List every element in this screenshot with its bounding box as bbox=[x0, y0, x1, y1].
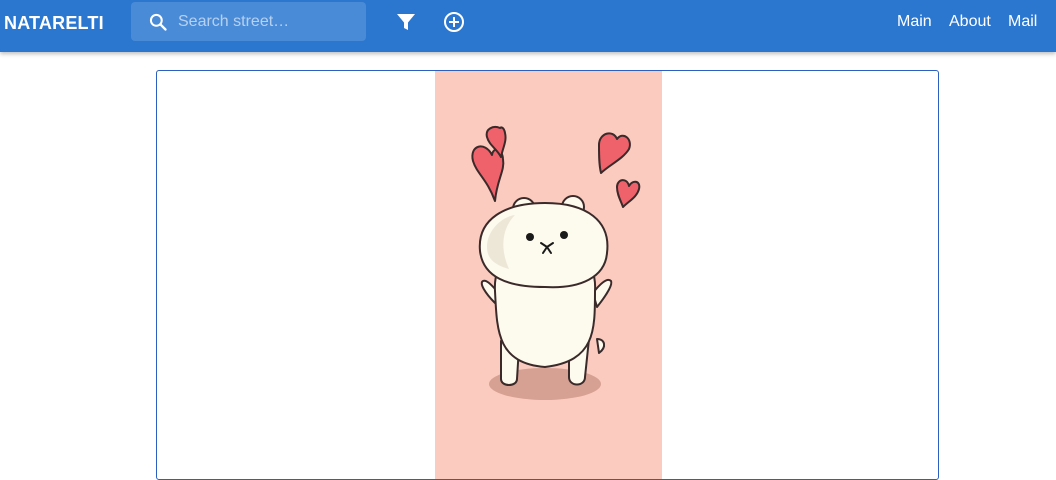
add-circle-icon[interactable] bbox=[442, 10, 466, 34]
bear-hearts-image bbox=[435, 71, 662, 479]
image-card bbox=[156, 70, 939, 480]
app-bar: NATARELTI Main About Mail bbox=[0, 0, 1056, 52]
search-input[interactable] bbox=[178, 11, 358, 33]
search-box[interactable] bbox=[131, 2, 366, 41]
search-icon bbox=[149, 13, 167, 31]
nav-link-about[interactable]: About bbox=[949, 13, 991, 31]
filter-icon[interactable] bbox=[394, 10, 418, 34]
nav-link-mail[interactable]: Mail bbox=[1008, 13, 1037, 31]
brand-logo[interactable]: NATARELTI bbox=[4, 13, 104, 34]
nav-link-main[interactable]: Main bbox=[897, 13, 932, 31]
bear-with-hearts-illustration bbox=[471, 126, 641, 400]
